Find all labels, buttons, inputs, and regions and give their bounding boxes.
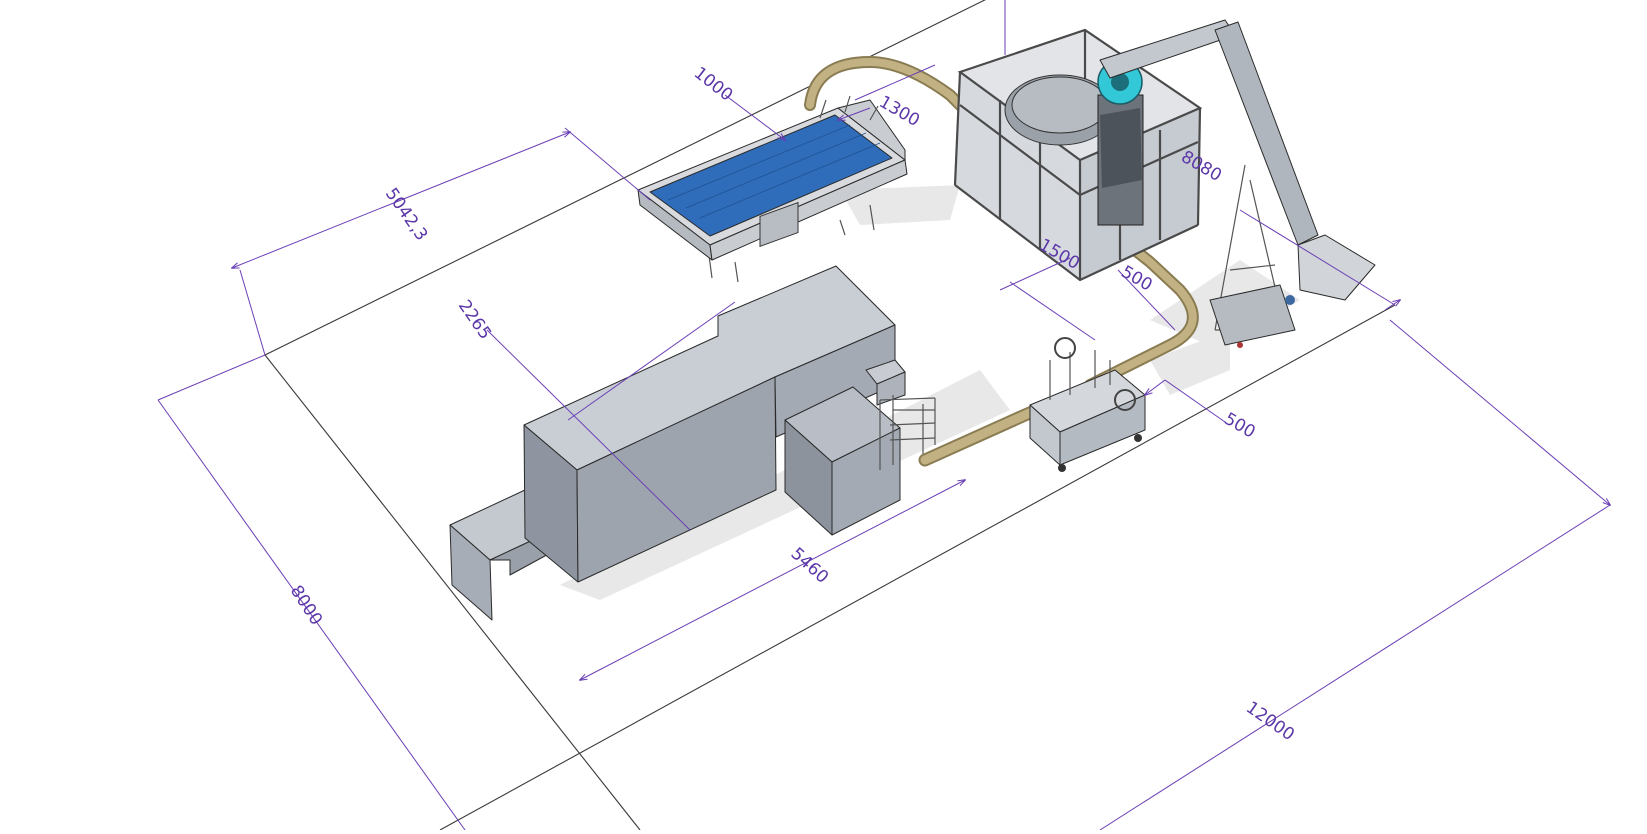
layout-drawing: 5042,3 1000 1300 8080 2265 1500 500 500 … [157,0,1647,831]
infeed-conveyor-table [637,95,908,283]
dim-2265: 2265 [454,296,495,343]
dim-8000: 8000 [286,582,326,629]
dim-12000: 12000 [1242,698,1298,745]
dim-500-lower: 500 [1221,409,1259,443]
cad-viewport[interactable]: 5042,3 1000 1300 8080 2265 1500 500 500 … [0,0,1647,831]
dim-5042: 5042,3 [381,184,432,244]
tunnel-enclosure [449,265,906,621]
filling-machine [953,28,1203,282]
dim-5460: 5460 [787,544,833,588]
dim-1000: 1000 [690,63,736,105]
